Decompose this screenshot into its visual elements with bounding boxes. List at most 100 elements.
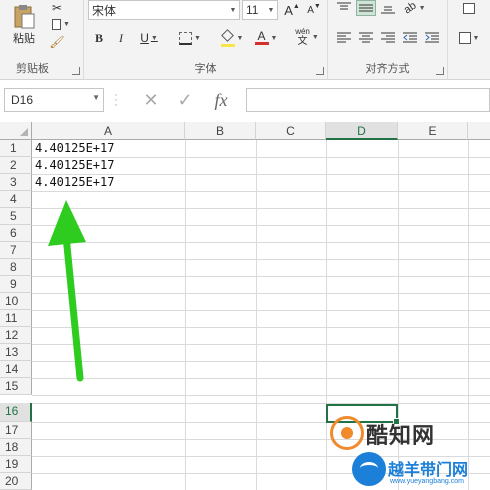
- up-arrow-icon: ▲: [292, 2, 300, 10]
- chevron-down-icon: ▼: [236, 34, 244, 42]
- clipboard-group: 粘贴 ✂ ▼ 🖌 剪贴板: [0, 0, 84, 80]
- shrink-font-button[interactable]: A ▼: [304, 0, 324, 20]
- increase-indent-button[interactable]: [422, 28, 442, 48]
- ribbon: 粘贴 ✂ ▼ 🖌 剪贴板 宋体 ▼ 11 ▼ A ▲ A ▼ B I U ▼ ▼…: [0, 0, 490, 80]
- font-color-icon: A: [254, 30, 269, 45]
- decrease-indent-button[interactable]: [400, 28, 420, 48]
- align-middle-button[interactable]: [356, 0, 376, 16]
- cell-a2[interactable]: 4.40125E+17: [32, 157, 185, 174]
- row-header-9[interactable]: 9: [0, 276, 32, 293]
- align-top-button[interactable]: [334, 0, 354, 16]
- name-box-value: D16: [11, 93, 34, 107]
- orientation-button[interactable]: ab ▼: [400, 0, 430, 16]
- column-header-f[interactable]: [468, 122, 490, 140]
- column-header-b[interactable]: B: [185, 122, 256, 140]
- row-header-20[interactable]: 20: [0, 473, 32, 490]
- row-header-11[interactable]: 11: [0, 310, 32, 327]
- row-header-19[interactable]: 19: [0, 456, 32, 473]
- borders-button[interactable]: ▼: [174, 28, 206, 48]
- font-size-select[interactable]: 11 ▼: [242, 0, 278, 20]
- cell-a1[interactable]: 4.40125E+17: [32, 140, 185, 157]
- chevron-down-icon: ▼: [472, 34, 480, 42]
- align-bottom-icon: [381, 6, 395, 14]
- align-center-icon: [359, 32, 373, 43]
- column-header-e[interactable]: E: [398, 122, 468, 140]
- row-header-4[interactable]: 4: [0, 191, 32, 208]
- formula-bar-grip[interactable]: · · ·: [114, 88, 118, 110]
- italic-button[interactable]: I: [112, 28, 130, 48]
- row-header-17[interactable]: 17: [0, 422, 32, 439]
- align-bottom-button[interactable]: [378, 0, 398, 16]
- merge-icon: [458, 32, 471, 44]
- row-header-15[interactable]: 15: [0, 378, 32, 395]
- chevron-down-icon: ▼: [418, 4, 426, 12]
- cell-a3[interactable]: 4.40125E+17: [32, 174, 185, 191]
- cancel-formula-button[interactable]: ✕: [138, 88, 164, 112]
- font-size-value: 11: [246, 3, 259, 17]
- green-arrow-icon: [48, 200, 86, 382]
- phonetic-guide-button[interactable]: wén 文 ▼: [290, 24, 324, 50]
- increase-indent-icon: [425, 32, 439, 43]
- paintbrush-icon: 🖌: [49, 35, 65, 49]
- row-header-1[interactable]: 1: [0, 140, 32, 157]
- fill-color-button[interactable]: ▼: [216, 28, 248, 48]
- enter-formula-button[interactable]: ✓: [172, 88, 198, 112]
- row-header-7[interactable]: 7: [0, 242, 32, 259]
- font-color-button[interactable]: A ▼: [250, 28, 282, 48]
- select-all-button[interactable]: [0, 122, 32, 140]
- align-middle-icon: [359, 4, 373, 12]
- fx-icon: fx: [214, 89, 228, 110]
- insert-function-button[interactable]: fx: [208, 88, 234, 112]
- chevron-down-icon: ▼: [194, 34, 201, 42]
- row-header-18[interactable]: 18: [0, 439, 32, 456]
- merge-center-button[interactable]: ▼: [454, 28, 484, 48]
- row-header-13[interactable]: 13: [0, 344, 32, 361]
- column-header-a[interactable]: A: [32, 122, 185, 140]
- chevron-down-icon: ▼: [150, 34, 158, 42]
- row-header-16[interactable]: 16: [0, 403, 32, 422]
- bold-button[interactable]: B: [90, 28, 108, 48]
- row-header-14[interactable]: 14: [0, 361, 32, 378]
- chevron-down-icon: ▼: [311, 33, 319, 41]
- grow-font-button[interactable]: A ▲: [282, 0, 302, 20]
- chevron-down-icon: ▼: [229, 6, 237, 14]
- align-left-icon: [337, 32, 351, 43]
- wrap-text-icon: [463, 2, 475, 14]
- row-header-5[interactable]: 5: [0, 208, 32, 225]
- borders-icon: [179, 31, 193, 45]
- align-center-button[interactable]: [356, 28, 376, 48]
- row-header-2[interactable]: 2: [0, 157, 32, 174]
- column-header-d[interactable]: D: [326, 122, 398, 140]
- underline-button[interactable]: U ▼: [134, 28, 164, 48]
- clipboard-launcher-icon[interactable]: [72, 67, 80, 75]
- row-header-10[interactable]: 10: [0, 293, 32, 310]
- formula-input[interactable]: [246, 88, 490, 112]
- align-right-button[interactable]: [378, 28, 398, 48]
- down-arrow-icon: ▼: [313, 2, 321, 10]
- chevron-down-icon: ▼: [270, 34, 278, 42]
- phonetic-icon: wén 文: [295, 27, 310, 47]
- copy-button[interactable]: ▼: [46, 16, 76, 32]
- row-header-12[interactable]: 12: [0, 327, 32, 344]
- watermark-logo-2-icon: [352, 452, 386, 486]
- decrease-indent-icon: [403, 32, 417, 43]
- format-painter-button[interactable]: 🖌: [46, 34, 68, 50]
- chevron-down-icon: ▼: [63, 20, 70, 28]
- font-name-select[interactable]: 宋体 ▼: [88, 0, 240, 20]
- column-header-c[interactable]: C: [256, 122, 326, 140]
- row-header-8[interactable]: 8: [0, 259, 32, 276]
- wrap-text-button[interactable]: [454, 0, 484, 16]
- cut-button[interactable]: ✂: [46, 0, 68, 16]
- alignment-launcher-icon[interactable]: [436, 67, 444, 75]
- font-launcher-icon[interactable]: [316, 67, 324, 75]
- align-left-button[interactable]: [334, 28, 354, 48]
- font-group-label: 字体: [194, 63, 217, 75]
- checkmark-icon: ✓: [177, 89, 193, 110]
- paste-button[interactable]: 粘贴: [8, 2, 40, 48]
- row-header-3[interactable]: 3: [0, 174, 32, 191]
- paint-bucket-icon: [220, 29, 235, 47]
- scissors-icon: ✂: [51, 1, 63, 15]
- name-box[interactable]: D16 ▼: [4, 88, 104, 112]
- row-header-6[interactable]: 6: [0, 225, 32, 242]
- close-icon: ✕: [143, 89, 159, 110]
